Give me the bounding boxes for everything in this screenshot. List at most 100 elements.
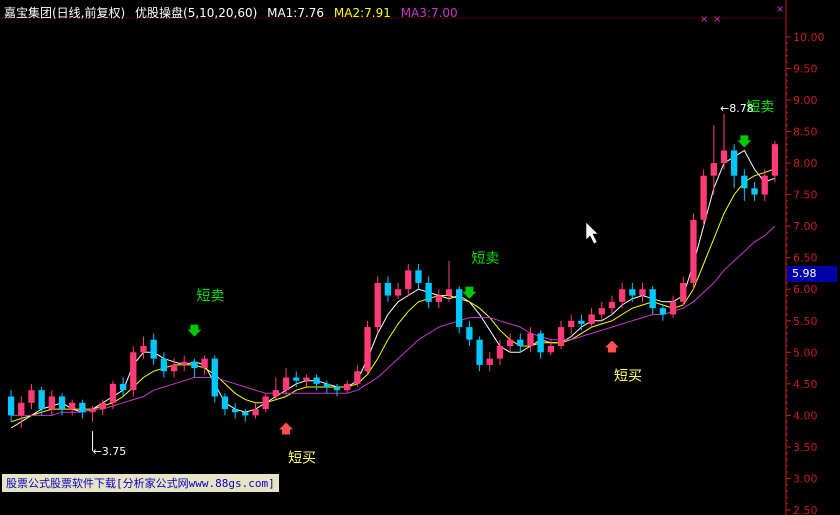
candle-body (211, 358, 218, 397)
candle-body (690, 219, 697, 283)
y-tick-label: 4.50 (793, 378, 818, 391)
candle-body (568, 320, 575, 328)
candle-body (751, 188, 758, 195)
candle-body (191, 361, 198, 369)
candle-body (578, 320, 585, 324)
ma1-label: MA1:7.76 (267, 6, 325, 20)
buy-arrow-icon (604, 340, 619, 353)
candle-body (109, 383, 117, 403)
candle-body (618, 289, 626, 302)
sell-signal-label: 短卖 (471, 251, 499, 267)
candle-body (710, 163, 717, 176)
sell-arrow-icon (737, 135, 752, 148)
candle-body (99, 402, 106, 410)
y-tick-label: 4.00 (793, 409, 818, 422)
candle-body (588, 314, 595, 324)
candle-body (374, 282, 381, 328)
candle-body (119, 383, 127, 391)
candlestick-chart: 10.00 9.50 9.00 8.50 8.00 7.50 7.00 6.50 6.00 5.5… (0, 0, 825, 515)
y-tick-label: 9.00 (793, 94, 818, 107)
candle-body (242, 412, 249, 416)
high-price-label: ←8.78 (720, 102, 754, 115)
candle-body (639, 289, 646, 296)
candle-body (160, 358, 168, 372)
y-tick-label: 10.00 (793, 31, 825, 44)
buy-signal-label: 短买 (288, 450, 316, 466)
candle-body (435, 295, 442, 302)
candle-body (741, 175, 748, 189)
candle-body (680, 282, 687, 302)
y-tick-label: 3.00 (793, 472, 818, 485)
candle-body (425, 282, 432, 302)
candle-body (415, 270, 422, 283)
candle-body (394, 289, 402, 296)
y-tick-label: 5.00 (793, 346, 818, 359)
footer-watermark: 股票公式股票软件下载[分析家公式网www.88gs.com] (2, 474, 279, 492)
y-tick-label: 7.00 (793, 220, 818, 233)
candle-body (761, 175, 768, 195)
candle-body (649, 289, 656, 309)
candle-body (364, 327, 371, 372)
candle-body (69, 402, 76, 410)
candle-body (140, 346, 147, 353)
candle-body (201, 358, 208, 369)
candle-body (303, 377, 310, 381)
low-price-label: ←3.75 (93, 445, 127, 458)
y-tick-label: 6.50 (793, 252, 818, 265)
candle-body (669, 301, 677, 315)
ma2-label: MA2:7.91 (333, 6, 391, 20)
y-tick-label: 7.50 (793, 189, 818, 202)
candle-body (405, 270, 412, 290)
candle-body (38, 390, 45, 410)
candle-body (293, 377, 300, 381)
candle-body (476, 339, 483, 365)
candle-body (771, 144, 779, 176)
sell-arrow-icon (462, 286, 477, 299)
y-tick-label: 6.00 (793, 283, 818, 296)
candle-body (547, 346, 555, 353)
mouse-cursor-icon (585, 221, 599, 245)
buy-signal-label: 短买 (614, 368, 642, 384)
candle-body (333, 387, 341, 391)
candle-body (456, 289, 463, 328)
candle-body (496, 346, 504, 359)
candle-body (344, 383, 351, 391)
y-tick-label: 8.50 (793, 126, 818, 139)
candle-body (18, 402, 25, 416)
candle-body (221, 396, 229, 410)
y-tick-label: 8.00 (793, 157, 818, 170)
buy-arrow-icon (279, 422, 294, 435)
indicator-name: 优股操盘(5,10,20,60) (135, 6, 258, 20)
current-price-tag: 5.98 (787, 266, 837, 282)
candle-body (150, 339, 157, 359)
candle-body (384, 282, 392, 296)
sell-arrow-icon (187, 324, 202, 337)
candle-body (517, 339, 524, 346)
candle-body (231, 409, 239, 413)
candle-body (282, 377, 290, 391)
candle-body (170, 364, 178, 372)
sell-signal-label: 短卖 (196, 289, 224, 305)
cross-marker-icon: × (713, 14, 721, 25)
candle-body (7, 396, 15, 416)
candle-body (58, 396, 66, 410)
candle-body (48, 396, 55, 410)
candle-body (130, 352, 137, 391)
candle-body (272, 390, 280, 397)
candle-body (506, 339, 514, 346)
candle-body (527, 333, 534, 346)
candle-body (28, 390, 35, 403)
chart-header: 嘉宝集团(日线,前复权) 优股操盘(5,10,20,60) MA1:7.76 M… (4, 4, 464, 21)
candle-body (79, 402, 86, 413)
candle-body (608, 301, 616, 309)
candle-body (629, 289, 636, 296)
cross-marker-icon: × (700, 14, 708, 25)
candle-body (252, 409, 259, 416)
stock-name: 嘉宝集团(日线,前复权) (4, 6, 126, 20)
cross-marker-icon: × (776, 4, 784, 15)
candle-body (89, 409, 96, 413)
y-tick-label: 2.50 (793, 504, 818, 515)
y-tick-label: 9.50 (793, 62, 818, 75)
y-tick-label: 3.50 (793, 441, 818, 454)
candle-body (598, 308, 605, 315)
